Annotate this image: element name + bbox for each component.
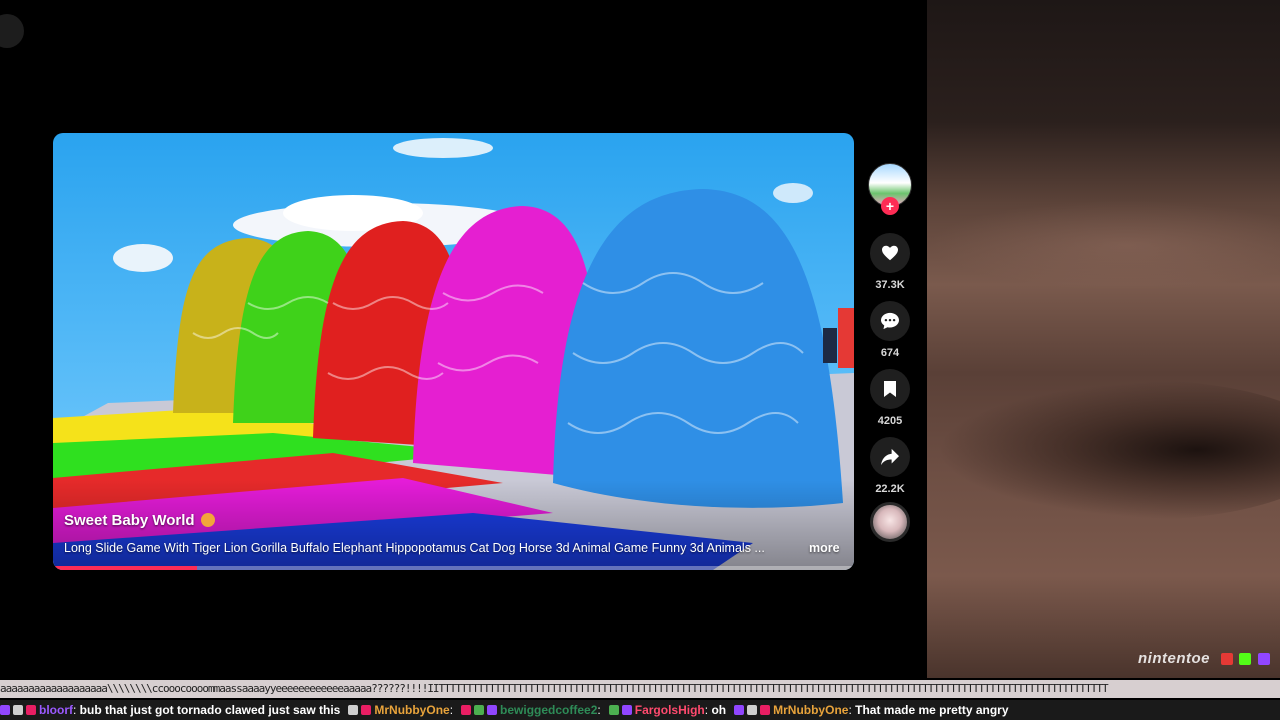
close-dot-icon[interactable] <box>0 14 24 48</box>
bookmark-icon <box>884 381 896 397</box>
chat-message: MrNubbyOne: That made me pretty angry <box>734 700 1009 720</box>
save-action[interactable]: 4205 <box>868 369 912 427</box>
chat-username[interactable]: MrNubbyOne <box>374 703 449 717</box>
watermark-icons <box>1219 652 1270 669</box>
share-button[interactable] <box>870 437 910 477</box>
like-count: 37.3K <box>875 279 905 291</box>
chat-badge-icon <box>348 705 359 715</box>
chat-badge-icon <box>26 705 36 715</box>
webcam-eye <box>937 380 1280 520</box>
chat-username[interactable]: MrNubbyOne <box>773 703 848 717</box>
chat-message: bloorf: bub that just got tornado clawed… <box>0 700 340 720</box>
chat-badge-icon <box>747 705 758 715</box>
chat-badge-icon <box>487 705 498 715</box>
video-progress-fill <box>53 566 198 570</box>
chat-text: That made me pretty angry <box>855 703 1009 717</box>
follow-plus-button[interactable]: + <box>881 197 899 215</box>
author-name[interactable]: Sweet Baby World <box>64 512 195 529</box>
share-arrow-icon <box>881 448 899 466</box>
share-action[interactable]: 22.2K <box>868 437 912 495</box>
streamer-watermark: nintentoe <box>1138 650 1270 669</box>
comment-icon <box>881 312 899 330</box>
chat-badge-icon <box>13 705 23 715</box>
chat-badge-icon <box>760 705 771 715</box>
video-card[interactable]: Sweet Baby World Long Slide Game With Ti… <box>53 133 854 570</box>
chat-badge-icon <box>608 705 619 715</box>
twitch-icon <box>1258 653 1270 665</box>
chat-username[interactable]: bewiggedcoffee2 <box>500 703 597 717</box>
channel-avatar-wrap[interactable]: + <box>868 163 912 215</box>
chat-separator: : <box>449 703 454 717</box>
chat-message: bewiggedcoffee2: <box>461 700 601 720</box>
chat-ticker: bloorf: bub that just got tornado clawed… <box>0 700 1280 720</box>
save-count: 4205 <box>877 415 903 427</box>
chat-badge-icon <box>734 705 745 715</box>
chat-separator: : <box>597 703 601 717</box>
chat-username[interactable]: FargolsHigh <box>635 703 705 717</box>
video-player-stage: Sweet Baby World Long Slide Game With Ti… <box>0 0 926 678</box>
like-button[interactable] <box>870 233 910 273</box>
chat-username[interactable]: bloorf <box>39 703 73 717</box>
video-description: Long Slide Game With Tiger Lion Gorilla … <box>64 541 765 555</box>
chat-separator: : <box>73 703 80 717</box>
chat-message: MrNubbyOne: <box>348 700 453 720</box>
chat-ticker-noise: aaaaaaaaaaaaaaaaaaa\\\\\\\\ccooocoooomma… <box>0 680 1280 698</box>
comment-action[interactable]: 674 <box>868 301 912 359</box>
action-rail: + 37.3K 674 4205 22.2K <box>868 163 912 542</box>
share-count: 22.2K <box>875 483 905 495</box>
like-action[interactable]: 37.3K <box>868 233 912 291</box>
ticker-noise-text: aaaaaaaaaaaaaaaaaaa\\\\\\\\ccooocoooomma… <box>0 682 1109 695</box>
chat-badge-icon <box>461 705 472 715</box>
watermark-text: nintentoe <box>1137 650 1210 667</box>
heart-icon <box>882 245 898 261</box>
youtube-icon <box>1220 653 1233 665</box>
kick-icon <box>1239 653 1252 665</box>
more-link[interactable]: more <box>809 541 840 555</box>
save-button[interactable] <box>870 369 910 409</box>
chat-badge-icon <box>474 705 485 715</box>
chat-badge-icon <box>0 705 10 715</box>
chat-text: bub that just got tornado clawed just sa… <box>79 703 341 717</box>
comment-count: 674 <box>880 347 900 359</box>
chat-message: FargolsHigh: oh <box>608 700 727 720</box>
baby-emoji-icon <box>200 513 215 527</box>
music-disc-icon[interactable] <box>870 502 910 542</box>
chat-badge-icon <box>621 705 632 715</box>
video-progress-bar[interactable] <box>53 566 854 570</box>
comment-button[interactable] <box>870 301 910 341</box>
video-author[interactable]: Sweet Baby World <box>64 512 215 529</box>
chat-text: oh <box>711 703 727 717</box>
chat-badge-icon <box>361 705 372 715</box>
webcam-face-highlight <box>927 200 1280 290</box>
webcam-feed: nintentoe <box>927 0 1280 678</box>
